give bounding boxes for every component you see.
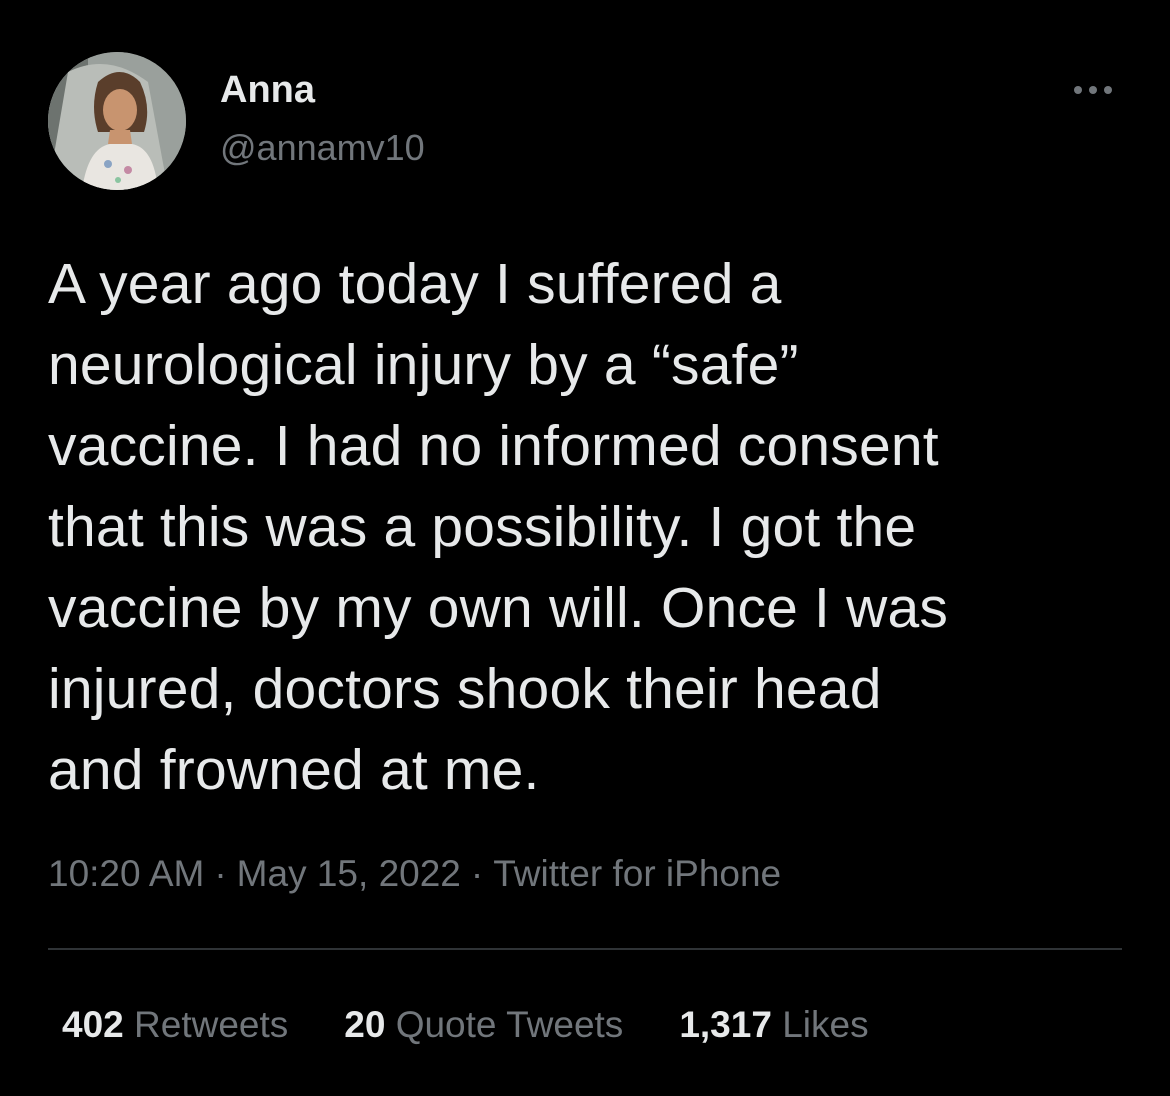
tweet-time[interactable]: 10:20 AM — [48, 853, 204, 894]
retweets-count: 402 — [62, 1004, 124, 1045]
user-handle[interactable]: @annamv10 — [220, 127, 425, 169]
more-horizontal-icon — [1104, 86, 1112, 94]
tweet-date[interactable]: May 15, 2022 — [237, 853, 461, 894]
meta-separator: · — [470, 853, 484, 894]
likes-stat[interactable]: 1,317 Likes — [679, 1003, 868, 1047]
tweet-card: Anna @annamv10 A year ago today I suffer… — [0, 0, 1170, 1096]
retweets-label: Retweets — [134, 1004, 289, 1045]
tweet-text-line: and frowned at me. — [48, 738, 540, 802]
more-horizontal-icon — [1089, 86, 1097, 94]
quote-tweets-label: Quote Tweets — [395, 1004, 624, 1045]
tweet-text-line: vaccine by my own will. Once I was — [48, 576, 949, 640]
tweet-text-line: that this was a possibility. I got the — [48, 495, 917, 559]
likes-label: Likes — [782, 1004, 869, 1045]
more-options-button[interactable] — [1058, 72, 1128, 108]
tweet-text-line: vaccine. I had no informed consent — [48, 414, 939, 478]
tweet-source[interactable]: Twitter for iPhone — [493, 853, 781, 894]
quote-tweets-stat[interactable]: 20 Quote Tweets — [344, 1003, 623, 1047]
avatar-image — [48, 52, 186, 190]
tweet-metadata: 10:20 AM · May 15, 2022 · Twitter for iPhone — [48, 852, 781, 896]
meta-separator: · — [214, 853, 227, 894]
retweets-stat[interactable]: 402 Retweets — [62, 1003, 288, 1047]
display-name[interactable]: Anna — [220, 68, 315, 112]
engagement-stats: 402 Retweets 20 Quote Tweets 1,317 Likes — [62, 1003, 925, 1047]
avatar[interactable] — [48, 52, 186, 190]
tweet-text-line: injured, doctors shook their head — [48, 657, 882, 721]
quote-tweets-count: 20 — [344, 1004, 386, 1045]
tweet-text-line: A year ago today I suffered a — [48, 252, 782, 316]
more-horizontal-icon — [1074, 86, 1082, 94]
likes-count: 1,317 — [679, 1004, 772, 1045]
tweet-text: A year ago today I suffered a neurologic… — [48, 244, 1128, 811]
tweet-text-line: neurological injury by a “safe” — [48, 333, 799, 397]
divider — [48, 948, 1122, 950]
